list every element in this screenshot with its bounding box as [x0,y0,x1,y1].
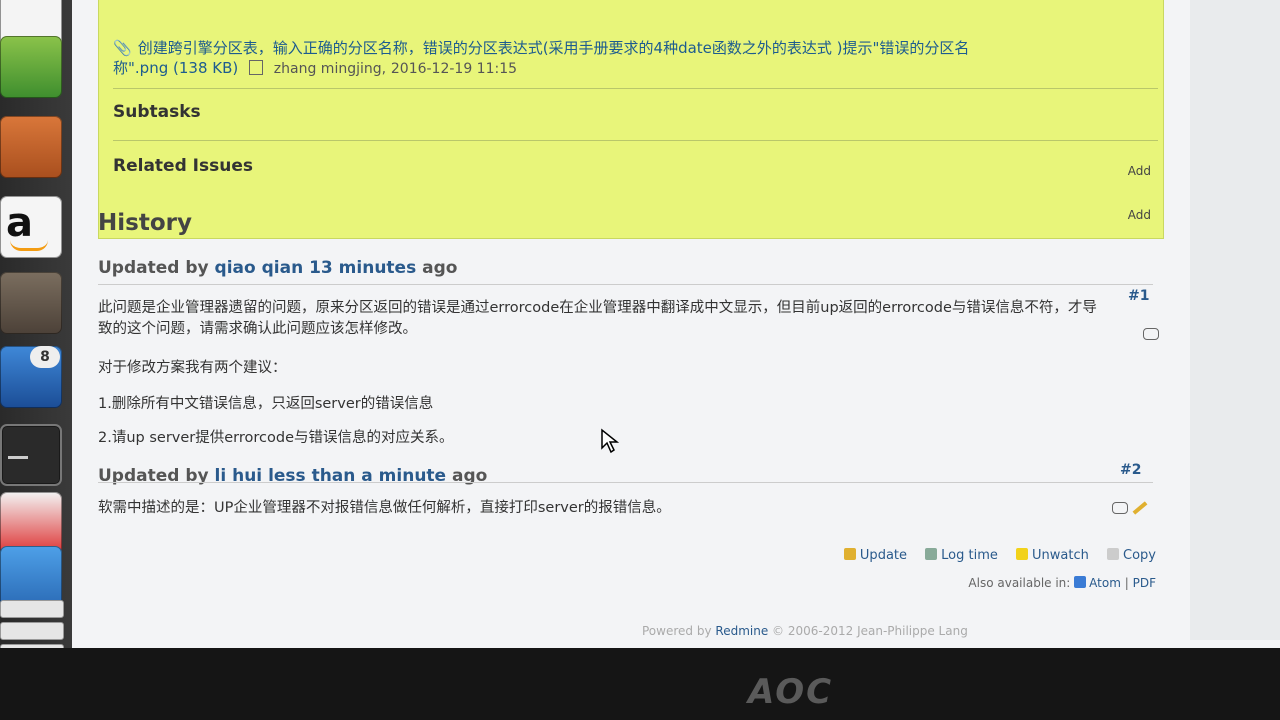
delete-icon[interactable] [249,60,264,75]
unwatch-link[interactable]: Unwatch [1032,548,1089,563]
system-settings-icon[interactable] [0,272,62,334]
subtasks-heading: Subtasks [113,102,201,122]
journal-text: 对于修改方案我有两个建议： [98,360,287,376]
journal-user-link[interactable]: qiao qian [215,258,304,278]
journal-header: Updated by qiao qian 13 minutes ago [98,258,458,278]
quote-icon[interactable] [1112,502,1128,514]
page-footer: Powered by Redmine © 2006-2012 Jean-Phil… [642,624,968,638]
issue-details: 📎 创建跨引擎分区表，输入正确的分区名称，错误的分区表达式(采用手册要求的4种da… [98,0,1164,239]
attachment-date: 2016-12-19 11:15 [390,61,518,77]
add-related-issue-link[interactable]: Add [1128,208,1151,222]
journal-text: 2.请up server提供errorcode与错误信息的对应关系。 [98,430,454,446]
attachment-author: zhang mingjing, [273,61,387,77]
amazon-icon[interactable]: a [0,196,62,258]
edit-icon[interactable] [1132,501,1148,515]
update-link[interactable]: Update [860,548,907,563]
issue-actions: Update Log time Unwatch Copy [830,548,1156,563]
workspace-icon[interactable] [0,600,64,618]
related-issues-heading: Related Issues [113,156,253,176]
attachment-entry: 📎 创建跨引擎分区表，输入正确的分区名称，错误的分区表达式(采用手册要求的4种da… [113,38,1153,79]
quote-icon[interactable] [1143,328,1159,340]
journal-text: 此问题是企业管理器遗留的问题，原来分区返回的错误是通过errorcode在企业管… [98,300,1097,337]
journal-text: 1.删除所有中文错误信息，只返回server的错误信息 [98,396,434,412]
app-icon[interactable] [0,492,62,554]
atom-link[interactable]: Atom [1089,576,1121,590]
journal-user-link[interactable]: li hui [215,466,263,486]
launcher: a 8 [0,0,72,690]
clock-icon [925,548,938,560]
journal-time-link[interactable]: less than a minute [268,466,446,486]
attachment-size: (138 KB) [173,59,239,77]
journal-text: 软需中描述的是：UP企业管理器不对报错信息做任何解析，直接打印server的报错… [98,500,671,516]
pdf-link[interactable]: PDF [1133,576,1156,590]
attachment-link[interactable]: 创建跨引擎分区表，输入正确的分区名称，错误的分区表达式(采用手册要求的4种dat… [138,39,970,57]
history-heading: History [98,210,192,236]
journal-header: Updated by li hui less than a minute ago [98,466,488,486]
journal-time-link[interactable]: 13 minutes [309,258,416,278]
pencil-icon [843,548,856,560]
monitor-bezel [0,648,1280,720]
journal-number[interactable]: #1 [1128,288,1149,304]
terminal-icon[interactable] [0,424,62,486]
app-icon-2[interactable] [0,546,62,608]
spreadsheet-icon[interactable] [0,36,62,98]
presentation-icon[interactable] [0,116,62,178]
rss-icon [1074,576,1087,588]
browser-page: 📎 创建跨引擎分区表，输入正确的分区名称，错误的分区表达式(采用手册要求的4种da… [72,0,1280,650]
add-subtask-link[interactable]: Add [1128,164,1151,178]
copy-link[interactable]: Copy [1123,548,1156,563]
star-icon [1016,548,1029,560]
copy-icon [1107,548,1120,560]
paperclip-icon: 📎 [113,39,132,57]
mouse-cursor-icon [601,428,620,454]
also-available: Also available in: Atom | PDF [968,576,1156,590]
notification-badge: 8 [30,346,60,368]
redmine-link[interactable]: Redmine [715,624,768,638]
journal-number[interactable]: #2 [1120,462,1141,478]
monitor-logo: AOC [748,672,834,712]
attachment-link-cont[interactable]: 称".png [113,59,168,77]
workspace-icon[interactable] [0,622,64,640]
log-time-link[interactable]: Log time [941,548,998,563]
